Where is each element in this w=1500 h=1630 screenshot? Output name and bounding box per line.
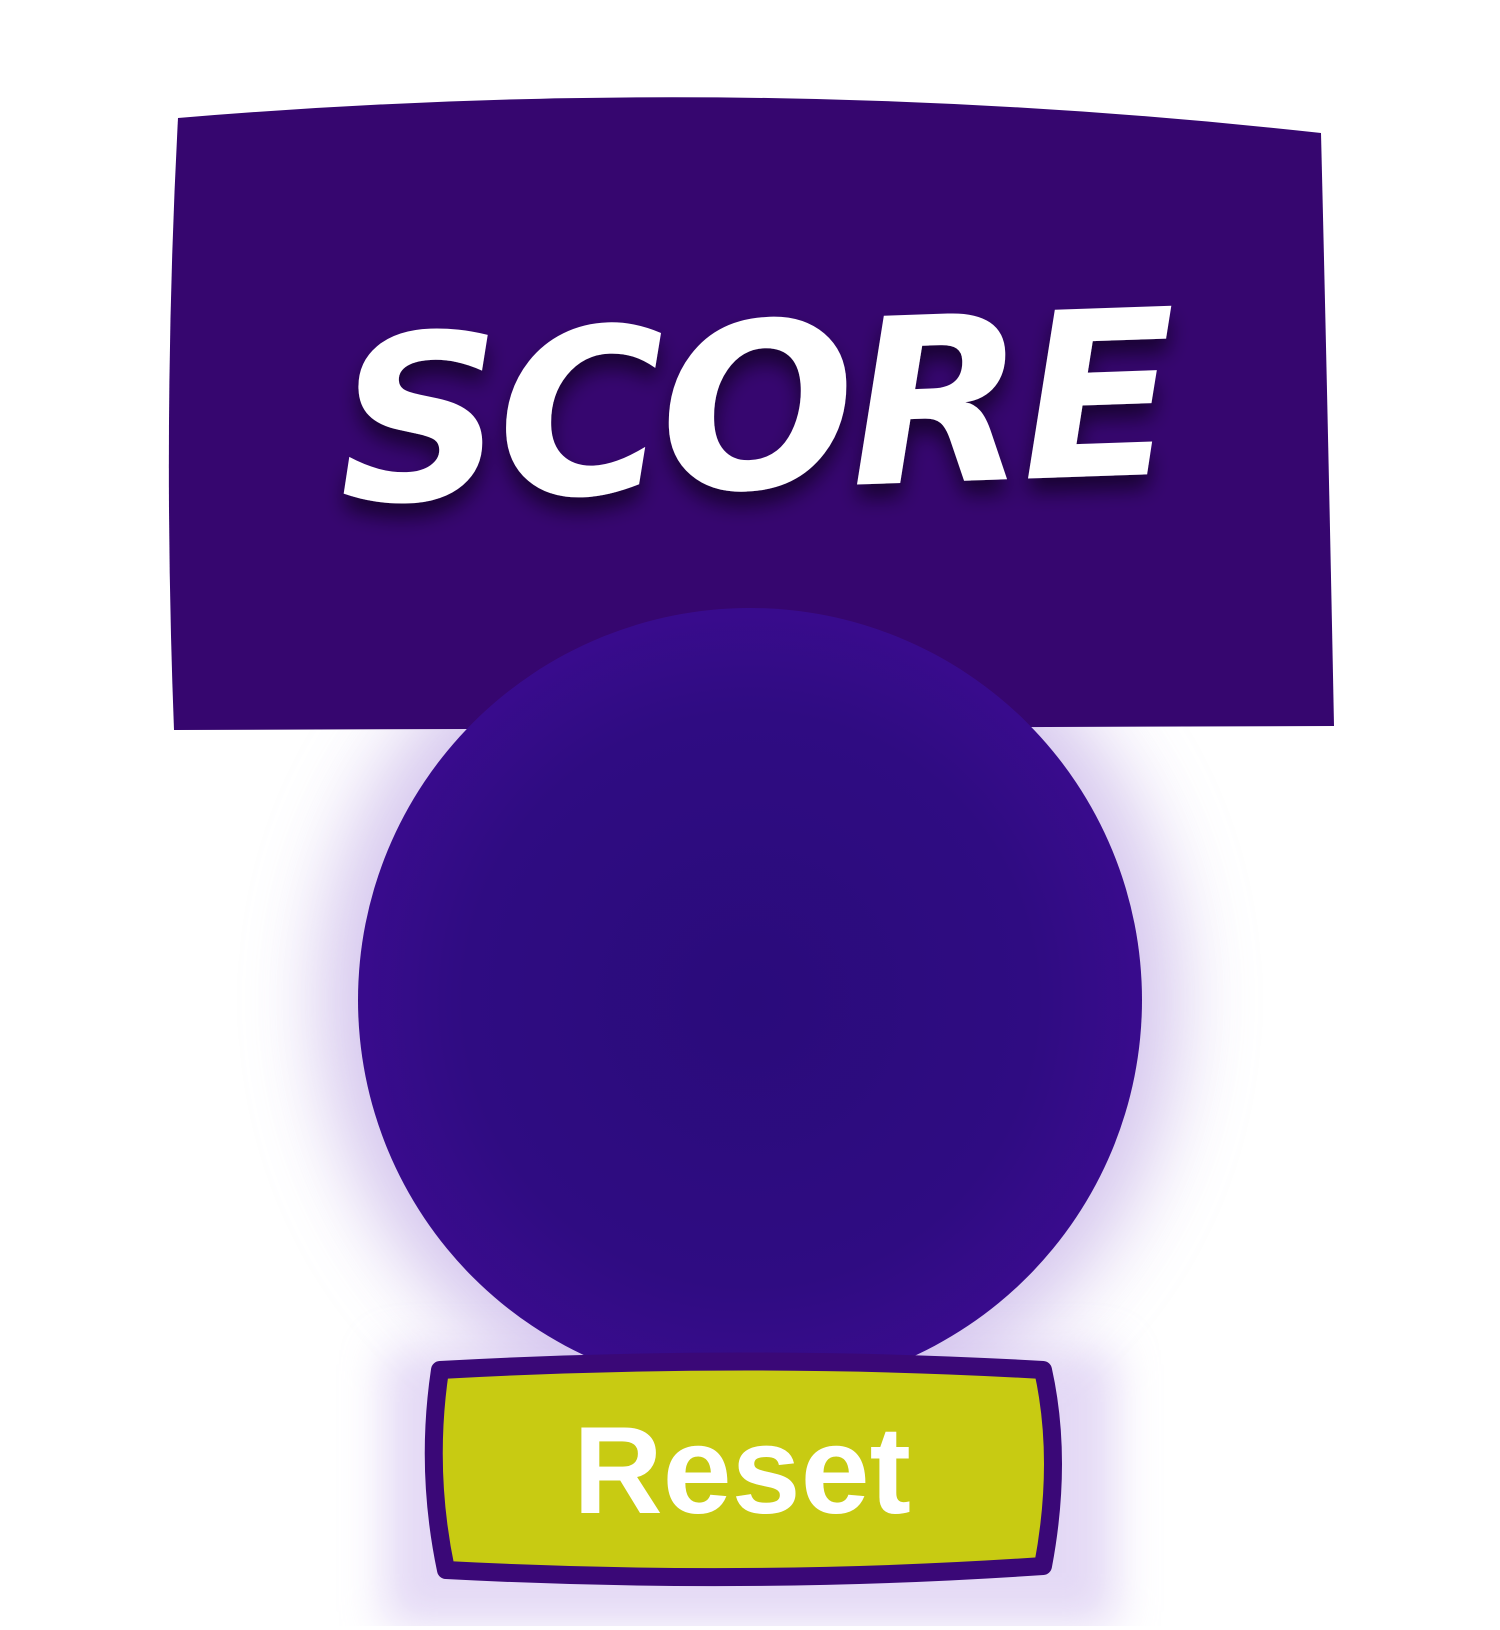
svg-text:SCORE: SCORE [333, 261, 1180, 557]
reset-button-label[interactable]: Reset [573, 1402, 911, 1540]
score-title: SCORE [333, 261, 1180, 557]
score-screen: SCORE Reset [0, 0, 1500, 1626]
score-orb [358, 608, 1142, 1392]
score-screen-canvas: SCORE Reset [168, 97, 1334, 1626]
reset-button[interactable]: Reset [424, 1352, 1062, 1587]
